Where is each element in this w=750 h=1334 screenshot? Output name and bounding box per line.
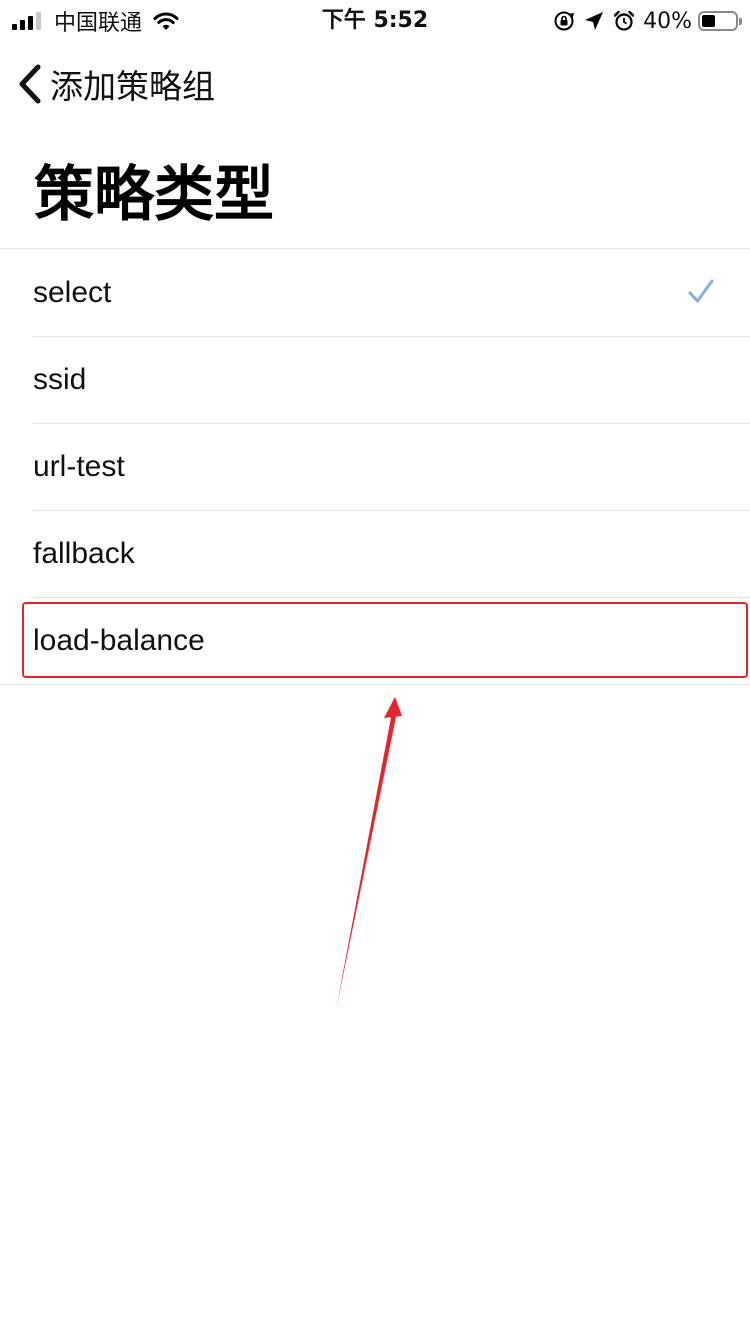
list-item-label: ssid: [33, 362, 87, 396]
status-bar: 中国联通 下午 5:52 40%: [0, 0, 750, 40]
back-button[interactable]: 添加策略组: [0, 60, 215, 108]
battery-icon: [698, 11, 742, 31]
alarm-icon: [613, 10, 635, 31]
back-button-label: 添加策略组: [50, 67, 215, 106]
chevron-left-icon: [19, 64, 41, 104]
location-icon: [585, 12, 604, 30]
checkmark-icon: [688, 279, 714, 303]
list-item-ssid[interactable]: ssid: [0, 336, 750, 423]
list-item-load-balance[interactable]: load-balance: [0, 597, 750, 684]
list-item-label: select: [33, 275, 112, 309]
page-title: 策略类型: [34, 160, 274, 230]
policy-type-list: select ssid url-test fallback load-balan…: [0, 248, 750, 685]
orientation-lock-icon: [554, 11, 575, 31]
battery-level: [702, 15, 715, 27]
status-right: 40%: [553, 6, 742, 36]
list-item-url-test[interactable]: url-test: [0, 423, 750, 510]
list-item-fallback[interactable]: fallback: [0, 510, 750, 597]
list-item-label: url-test: [33, 449, 125, 483]
navigation-bar: 添加策略组: [0, 52, 215, 116]
list-item-select[interactable]: select: [0, 249, 750, 336]
list-item-label: load-balance: [33, 623, 205, 657]
battery-percent: 40%: [643, 8, 692, 34]
list-item-label: fallback: [33, 536, 135, 570]
